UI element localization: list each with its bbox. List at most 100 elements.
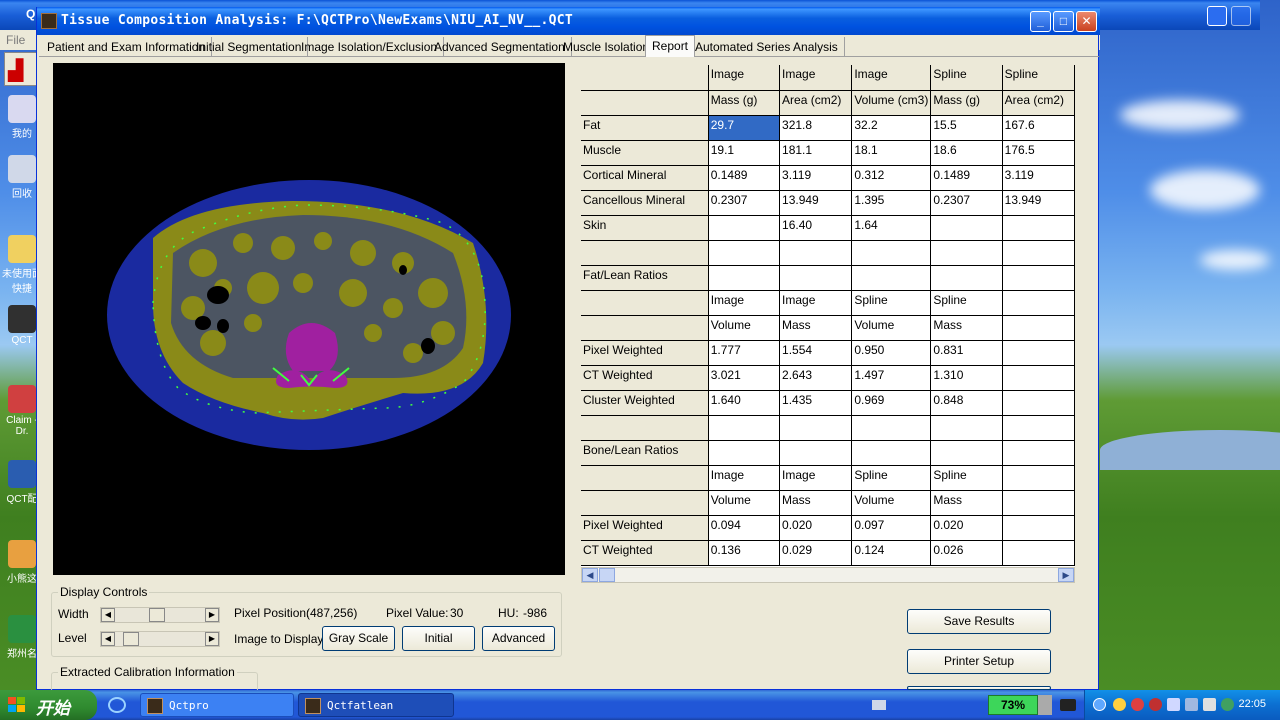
table-cell[interactable]: 19.1	[708, 140, 781, 166]
row-header-cell[interactable]: Fat	[581, 115, 709, 141]
table-cell[interactable]: 15.5	[930, 115, 1003, 141]
row-header-cell[interactable]: Pixel Weighted	[581, 340, 709, 366]
table-cell[interactable]: 0.312	[851, 165, 932, 191]
shield-icon[interactable]	[1113, 698, 1126, 711]
table-cell[interactable]: 0.029	[779, 540, 853, 566]
row-header-cell[interactable]	[581, 240, 709, 266]
table-cell[interactable]: 321.8	[779, 115, 853, 141]
table-cell[interactable]	[930, 240, 1003, 266]
table-cell[interactable]: Volume	[708, 490, 781, 516]
table-cell[interactable]: 0.2307	[930, 190, 1003, 216]
row-header-cell[interactable]: Skin	[581, 215, 709, 241]
antivirus-icon[interactable]	[1131, 698, 1144, 711]
ct-image-view[interactable]	[53, 63, 565, 575]
table-cell[interactable]: 0.831	[930, 340, 1003, 366]
update-icon[interactable]	[1221, 698, 1234, 711]
table-cell[interactable]: 181.1	[779, 140, 853, 166]
column-header-cell[interactable]: Spline	[1002, 65, 1075, 91]
expand-tray-icon[interactable]	[1093, 698, 1106, 711]
tab-report[interactable]: Report	[645, 35, 696, 58]
row-header-cell[interactable]	[581, 65, 709, 91]
table-cell[interactable]: 29.7	[708, 115, 781, 141]
table-cell[interactable]	[1002, 465, 1075, 491]
column-header-cell[interactable]: Volume (cm3)	[851, 90, 932, 116]
start-button[interactable]: 开始	[0, 690, 97, 720]
table-cell[interactable]: 2.643	[779, 365, 853, 391]
initial-button[interactable]: Initial	[402, 626, 475, 651]
table-cell[interactable]: 1.64	[851, 215, 932, 241]
table-cell[interactable]: 16.40	[779, 215, 853, 241]
menu-file[interactable]: File	[6, 33, 25, 47]
table-cell[interactable]	[1002, 340, 1075, 366]
scroll-right-arrow-icon[interactable]: ▶	[1058, 568, 1074, 582]
table-cell[interactable]: Spline	[930, 465, 1003, 491]
table-cell[interactable]: 0.020	[779, 515, 853, 541]
tab-advanced-segmentation[interactable]: Advanced Segmentation	[428, 37, 572, 57]
table-cell[interactable]	[1002, 415, 1075, 441]
table-cell[interactable]: 1.395	[851, 190, 932, 216]
table-cell[interactable]: Image	[779, 465, 853, 491]
table-cell[interactable]	[1002, 265, 1075, 291]
table-cell[interactable]	[1002, 240, 1075, 266]
row-header-cell[interactable]: Bone/Lean Ratios	[581, 440, 709, 466]
row-header-cell[interactable]	[581, 490, 709, 516]
table-cell[interactable]: 1.310	[930, 365, 1003, 391]
window-titlebar[interactable]: Tissue Composition Analysis: F:\QCTPro\N…	[37, 7, 1100, 35]
table-cell[interactable]: Spline	[851, 465, 932, 491]
table-cell[interactable]	[851, 415, 932, 441]
taskbar-qctpro[interactable]: Qctpro	[140, 693, 294, 717]
network-icon-2[interactable]	[1185, 698, 1198, 711]
table-cell[interactable]: 13.949	[1002, 190, 1075, 216]
volume-icon[interactable]	[1203, 698, 1216, 711]
table-cell[interactable]	[851, 265, 932, 291]
tab-patient-exam[interactable]: Patient and Exam Information	[41, 37, 213, 57]
background-maximize-button[interactable]	[1231, 6, 1251, 26]
table-cell[interactable]	[1002, 540, 1075, 566]
minimize-button[interactable]: _	[1030, 11, 1051, 32]
scroll-left-arrow-icon[interactable]: ◀	[582, 568, 598, 582]
table-cell[interactable]: Mass	[779, 490, 853, 516]
row-header-cell[interactable]: Cortical Mineral	[581, 165, 709, 191]
table-cell[interactable]: 0.020	[930, 515, 1003, 541]
table-cell[interactable]: 0.969	[851, 390, 932, 416]
internet-explorer-icon[interactable]	[108, 697, 126, 713]
table-cell[interactable]: 1.497	[851, 365, 932, 391]
table-cell[interactable]: Spline	[930, 290, 1003, 316]
table-cell[interactable]: Volume	[851, 490, 932, 516]
table-cell[interactable]	[1002, 490, 1075, 516]
save-results-button[interactable]: Save Results	[907, 609, 1051, 634]
tab-initial-segmentation[interactable]: Initial Segmentation	[190, 37, 309, 57]
maximize-button[interactable]: □	[1053, 11, 1074, 32]
network-icon[interactable]	[1167, 698, 1180, 711]
table-cell[interactable]: 0.2307	[708, 190, 781, 216]
row-header-cell[interactable]	[581, 315, 709, 341]
table-cell[interactable]: 0.136	[708, 540, 781, 566]
table-cell[interactable]: 167.6	[1002, 115, 1075, 141]
background-minimize-button[interactable]	[1207, 6, 1227, 26]
row-header-cell[interactable]	[581, 290, 709, 316]
table-cell[interactable]	[1002, 440, 1075, 466]
row-header-cell[interactable]: Muscle	[581, 140, 709, 166]
table-cell[interactable]: Image	[708, 290, 781, 316]
table-cell[interactable]: 0.1489	[708, 165, 781, 191]
tab-muscle-isolation[interactable]: Muscle Isolation	[557, 37, 657, 57]
table-cell[interactable]	[1002, 290, 1075, 316]
table-cell[interactable]	[708, 215, 781, 241]
column-header-cell[interactable]: Mass (g)	[930, 90, 1003, 116]
column-header-cell[interactable]: Image	[708, 65, 781, 91]
scroll-thumb[interactable]	[599, 568, 615, 582]
row-header-cell[interactable]: Cluster Weighted	[581, 390, 709, 416]
keyboard-icon[interactable]	[872, 700, 886, 710]
row-header-cell[interactable]	[581, 465, 709, 491]
width-slider-thumb[interactable]	[149, 608, 166, 622]
table-cell[interactable]	[779, 415, 853, 441]
table-cell[interactable]	[708, 265, 781, 291]
table-cell[interactable]: 18.6	[930, 140, 1003, 166]
table-cell[interactable]: Mass	[779, 315, 853, 341]
level-left-arrow-icon[interactable]: ◀	[101, 632, 115, 646]
printer-setup-button[interactable]: Printer Setup	[907, 649, 1051, 674]
close-button[interactable]: ✕	[1076, 11, 1097, 32]
table-cell[interactable]	[708, 440, 781, 466]
row-header-cell[interactable]: CT Weighted	[581, 365, 709, 391]
table-cell[interactable]	[708, 240, 781, 266]
